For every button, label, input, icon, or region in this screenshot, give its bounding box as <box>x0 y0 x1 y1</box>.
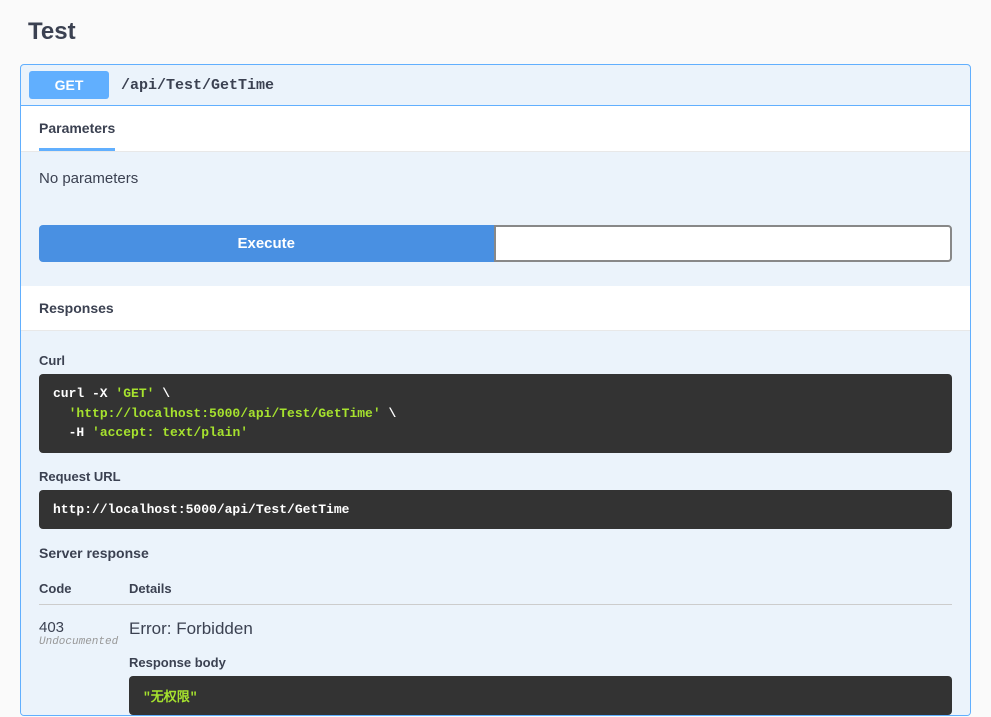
curl-text <box>53 406 69 421</box>
action-buttons: Execute <box>39 225 952 262</box>
curl-url: 'http://localhost:5000/api/Test/GetTime' <box>69 406 381 421</box>
curl-header: 'accept: text/plain' <box>92 425 248 440</box>
parameters-body: No parameters Execute <box>21 152 970 286</box>
curl-block: curl -X 'GET' \ 'http://localhost:5000/a… <box>39 374 952 453</box>
response-table: Code Details 403 Undocumented Error: For… <box>39 573 952 715</box>
response-code-cell: 403 Undocumented <box>39 619 129 715</box>
response-body-block: "无权限" <box>129 676 952 715</box>
request-url-text: http://localhost:5000/api/Test/GetTime <box>53 502 349 517</box>
col-header-code: Code <box>39 581 129 596</box>
curl-method: 'GET' <box>115 386 154 401</box>
operation-header[interactable]: GET /api/Test/GetTime <box>21 65 970 106</box>
response-body-label: Response body <box>129 655 952 670</box>
page-title: Test <box>0 0 991 64</box>
tab-parameters[interactable]: Parameters <box>39 120 115 151</box>
operation-block: GET /api/Test/GetTime Parameters No para… <box>20 64 971 716</box>
request-url-block: http://localhost:5000/api/Test/GetTime <box>39 490 952 530</box>
response-details-cell: Error: Forbidden Response body "无权限" <box>129 619 952 715</box>
clear-button[interactable] <box>494 225 953 262</box>
curl-text: -H <box>53 425 92 440</box>
curl-text: \ <box>154 386 170 401</box>
undocumented-label: Undocumented <box>39 636 129 648</box>
server-response-label: Server response <box>39 545 952 561</box>
col-header-details: Details <box>129 581 952 596</box>
response-table-header: Code Details <box>39 573 952 605</box>
no-parameters-text: No parameters <box>39 170 952 187</box>
method-badge: GET <box>29 71 109 99</box>
responses-section: Curl curl -X 'GET' \ 'http://localhost:5… <box>21 331 970 715</box>
curl-text: curl -X <box>53 386 115 401</box>
status-code: 403 <box>39 619 129 636</box>
curl-text: \ <box>381 406 397 421</box>
request-url-label: Request URL <box>39 469 952 484</box>
error-text: Error: Forbidden <box>129 619 952 639</box>
responses-heading: Responses <box>21 286 970 331</box>
response-row: 403 Undocumented Error: Forbidden Respon… <box>39 605 952 715</box>
parameters-tabs: Parameters <box>21 106 970 152</box>
response-body-value: "无权限" <box>143 690 198 705</box>
execute-button[interactable]: Execute <box>39 225 494 262</box>
curl-label: Curl <box>39 353 952 368</box>
operation-path: /api/Test/GetTime <box>121 77 274 94</box>
